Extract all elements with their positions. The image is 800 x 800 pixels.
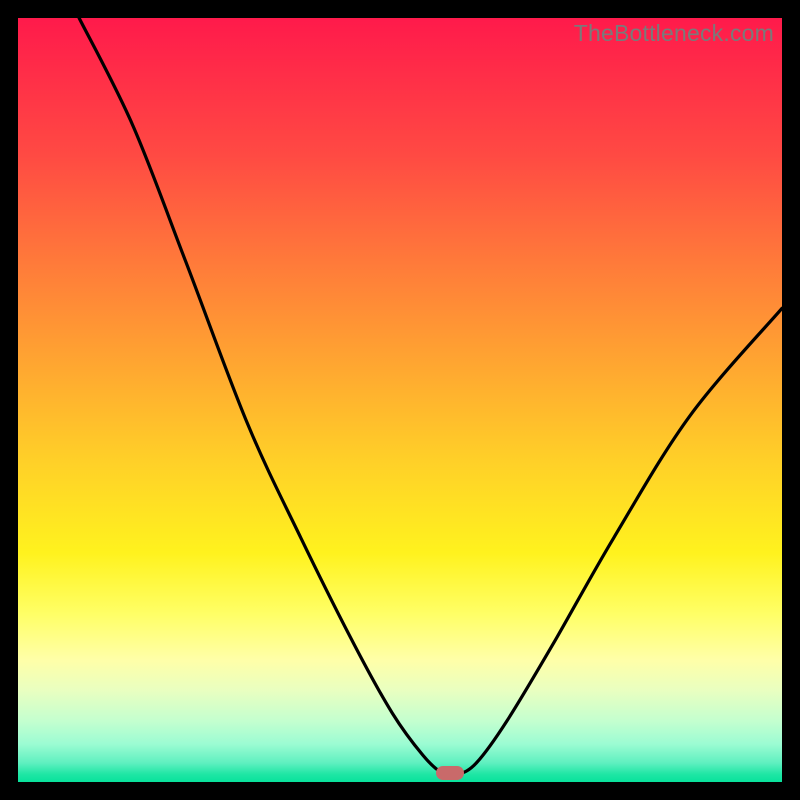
watermark-text: TheBottleneck.com (574, 20, 774, 47)
optimal-marker (436, 766, 464, 780)
chart-frame: TheBottleneck.com (0, 0, 800, 800)
plot-area: TheBottleneck.com (18, 18, 782, 782)
bottleneck-curve (18, 18, 782, 782)
